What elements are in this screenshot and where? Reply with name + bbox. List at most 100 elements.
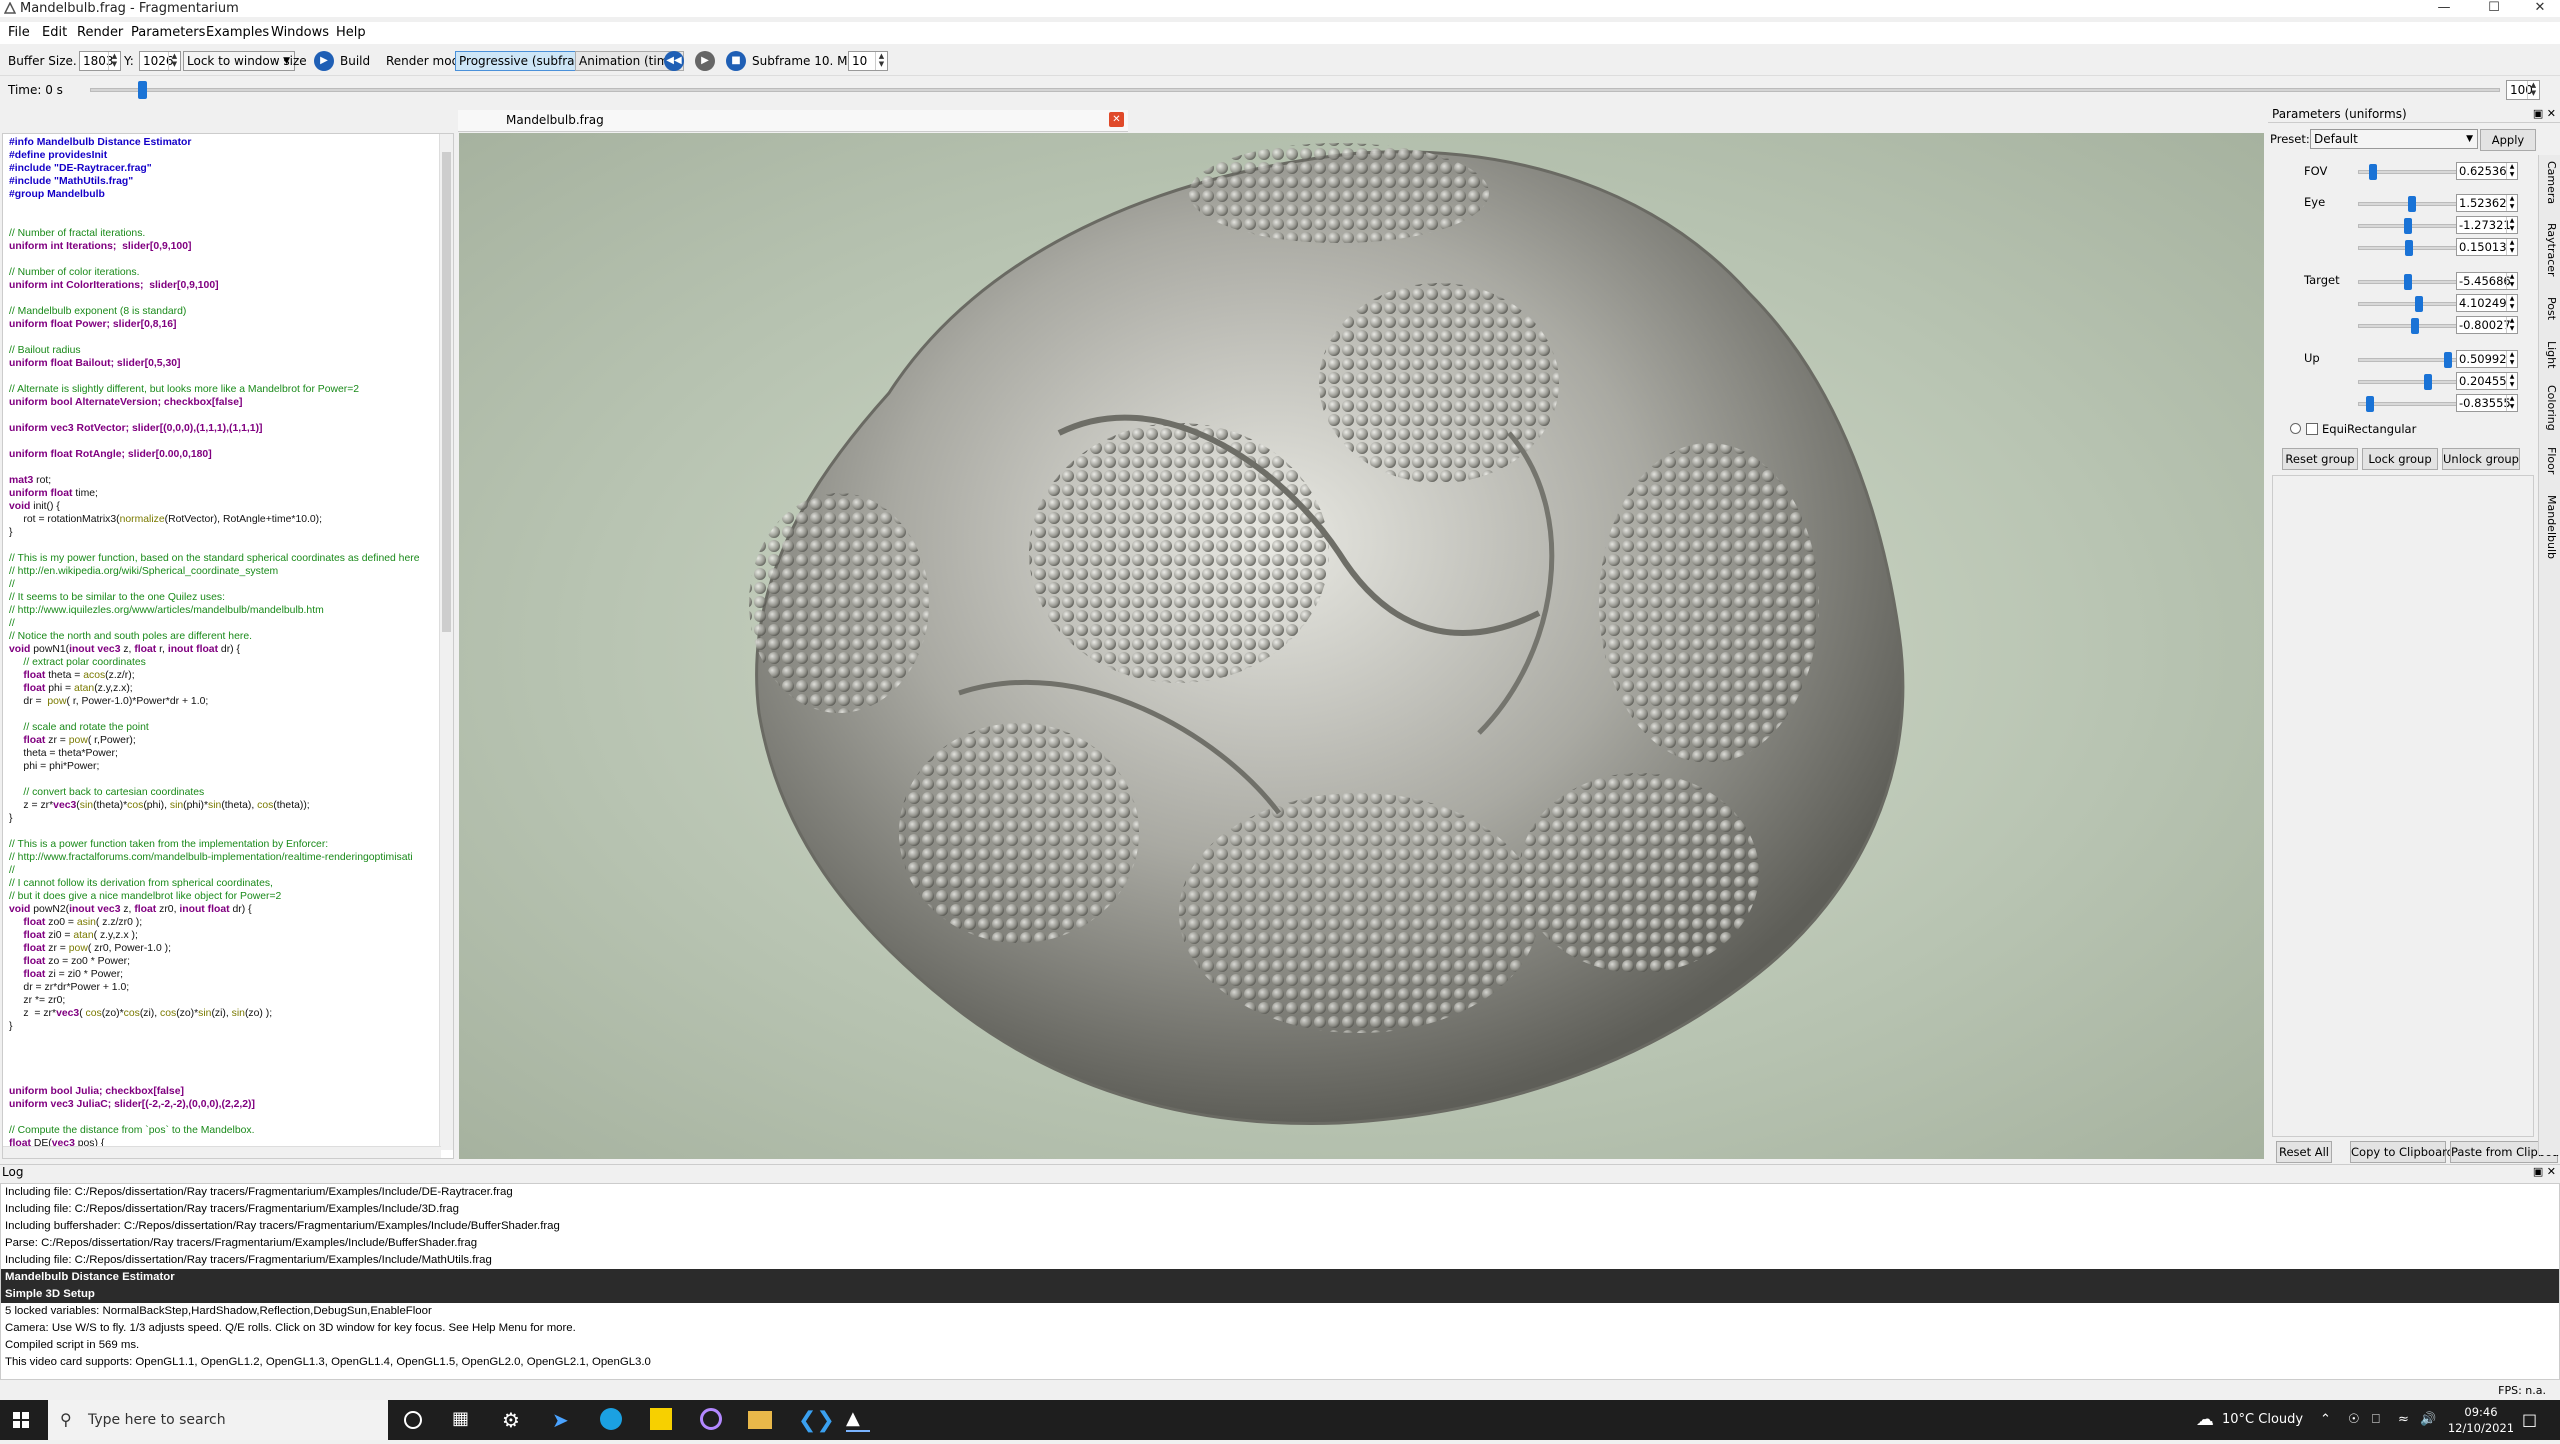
code-line[interactable]: [9, 214, 441, 227]
code-line[interactable]: void powN2(inout vec3 z, float zr0, inou…: [9, 903, 441, 916]
code-line[interactable]: [9, 1059, 441, 1072]
code-line[interactable]: [9, 331, 441, 344]
close-tab-icon[interactable]: ✕: [1109, 112, 1124, 127]
code-line[interactable]: dr = zr*dr*Power + 1.0;: [9, 981, 441, 994]
code-line[interactable]: // Alternate is slightly different, but …: [9, 383, 441, 396]
notification-icon[interactable]: □: [2522, 1400, 2537, 1440]
eye-x-value[interactable]: 1.52362 ▲ ▼: [2456, 194, 2518, 212]
code-line[interactable]: }: [9, 1020, 441, 1033]
rewind-icon[interactable]: ◀◀: [664, 51, 684, 71]
menu-help[interactable]: Help: [336, 25, 366, 40]
code-line[interactable]: //: [9, 864, 441, 877]
code-line[interactable]: [9, 1072, 441, 1085]
code-line[interactable]: uniform vec3 RotVector; slider[(0,0,0),(…: [9, 422, 441, 435]
code-editor[interactable]: #info Mandelbulb Distance Estimator #defi…: [2, 133, 454, 1159]
code-line[interactable]: #define providesInit: [9, 149, 441, 162]
menu-examples[interactable]: Examples: [206, 25, 269, 40]
render-viewport[interactable]: [459, 133, 2264, 1159]
time-slider-thumb[interactable]: [138, 81, 148, 99]
code-line[interactable]: [9, 773, 441, 786]
code-line[interactable]: // This is a power function taken from t…: [9, 838, 441, 851]
tab-floor[interactable]: Floor: [2542, 447, 2558, 474]
equirectangular-checkbox[interactable]: [2306, 423, 2318, 435]
code-line[interactable]: // Number of fractal iterations.: [9, 227, 441, 240]
edge-browser-icon[interactable]: [600, 1408, 622, 1430]
weather-text[interactable]: 10°C Cloudy: [2222, 1400, 2303, 1440]
tray-chevron-icon[interactable]: ⌃: [2320, 1400, 2331, 1440]
code-line[interactable]: [9, 461, 441, 474]
tab-camera[interactable]: Camera: [2542, 161, 2558, 204]
menu-render[interactable]: Render: [77, 25, 123, 40]
usb-icon[interactable]: ⎕: [2372, 1400, 2380, 1440]
code-line[interactable]: // extract polar coordinates: [9, 656, 441, 669]
tab-mandelbulb[interactable]: Mandelbulb.frag: [506, 113, 604, 127]
eye-y-slider-thumb[interactable]: [2404, 218, 2413, 234]
code-line[interactable]: [9, 1046, 441, 1059]
buffer-y-input[interactable]: 1026 ▲ ▼: [139, 51, 181, 71]
preset-select[interactable]: Default ▼: [2310, 129, 2478, 149]
code-line[interactable]: uniform float Power; slider[0,8,16]: [9, 318, 441, 331]
eye-z-value[interactable]: 0.15013 ▲ ▼: [2456, 238, 2518, 256]
sticky-notes-icon[interactable]: [650, 1408, 672, 1430]
up-z-value[interactable]: -0.83555 ▲ ▼: [2456, 394, 2518, 412]
fov-slider-thumb[interactable]: [2369, 164, 2377, 180]
up-z-slider-thumb[interactable]: [2365, 396, 2374, 412]
code-line[interactable]: [9, 825, 441, 838]
code-line[interactable]: float zo0 = asin( z.z/zr0 );: [9, 916, 441, 929]
apply-button[interactable]: Apply: [2480, 129, 2536, 151]
volume-icon[interactable]: 🔊: [2420, 1400, 2436, 1440]
code-line[interactable]: mat3 rot;: [9, 474, 441, 487]
code-line[interactable]: //: [9, 578, 441, 591]
code-line[interactable]: // Number of color iterations.: [9, 266, 441, 279]
code-line[interactable]: // Compute the distance from `pos` to th…: [9, 1124, 441, 1137]
windows-start-icon[interactable]: [13, 1412, 29, 1428]
code-line[interactable]: zr *= zr0;: [9, 994, 441, 1007]
vscode-icon[interactable]: ❮❯: [798, 1408, 835, 1433]
code-line[interactable]: uniform int Iterations; slider[0,9,100]: [9, 240, 441, 253]
code-line[interactable]: //: [9, 617, 441, 630]
code-line[interactable]: uniform float time;: [9, 487, 441, 500]
code-line[interactable]: theta = theta*Power;: [9, 747, 441, 760]
settings-gear-icon[interactable]: ⚙: [502, 1408, 526, 1432]
code-line[interactable]: phi = phi*Power;: [9, 760, 441, 773]
code-line[interactable]: [9, 1033, 441, 1046]
code-line[interactable]: uniform int ColorIterations; slider[0,9,…: [9, 279, 441, 292]
up-x-slider-thumb[interactable]: [2443, 352, 2452, 368]
app-circle-icon[interactable]: [700, 1408, 722, 1430]
clock[interactable]: 09:46 12/10/2021: [2446, 1404, 2516, 1444]
code-line[interactable]: [9, 253, 441, 266]
app-feather-icon[interactable]: ➤: [552, 1408, 576, 1432]
code-line[interactable]: [9, 409, 441, 422]
code-line[interactable]: float zi0 = atan( z.y,z.x );: [9, 929, 441, 942]
tab-raytracer[interactable]: Raytracer: [2542, 223, 2558, 277]
code-line[interactable]: // http://www.fractalforums.com/mandelbu…: [9, 851, 441, 864]
editor-horizontal-scrollbar[interactable]: [3, 1146, 441, 1158]
stop-icon[interactable]: ■: [726, 51, 746, 71]
code-line[interactable]: // convert back to cartesian coordinates: [9, 786, 441, 799]
code-line[interactable]: float phi = atan(z.y,z.x);: [9, 682, 441, 695]
code-line[interactable]: // but it does give a nice mandelbrot li…: [9, 890, 441, 903]
code-line[interactable]: float zo = zo0 * Power;: [9, 955, 441, 968]
reset-all-button[interactable]: Reset All: [2276, 1141, 2332, 1163]
file-explorer-icon[interactable]: [748, 1411, 772, 1429]
code-line[interactable]: float theta = acos(z.z/r);: [9, 669, 441, 682]
menu-windows[interactable]: Windows: [271, 25, 329, 40]
unlock-group-button[interactable]: Unlock group: [2442, 448, 2520, 470]
time-slider-track[interactable]: [90, 88, 2500, 92]
code-line[interactable]: [9, 201, 441, 214]
taskbar-search-input[interactable]: ⚲ Type here to search: [48, 1400, 388, 1440]
subframe-max-input[interactable]: 10 ▲ ▼: [848, 51, 888, 71]
lock-group-button[interactable]: Lock group: [2362, 448, 2438, 470]
code-line[interactable]: [9, 292, 441, 305]
target-z-value[interactable]: -0.80027 ▲ ▼: [2456, 316, 2518, 334]
time-max-input[interactable]: 100 ▲ ▼: [2506, 80, 2540, 100]
code-line[interactable]: uniform bool AlternateVersion; checkbox[…: [9, 396, 441, 409]
code-line[interactable]: // Bailout radius: [9, 344, 441, 357]
eye-y-value[interactable]: -1.27321 ▲ ▼: [2456, 216, 2518, 234]
tab-coloring[interactable]: Coloring: [2542, 385, 2558, 431]
task-view-icon[interactable]: ▦: [452, 1408, 476, 1432]
tab-post[interactable]: Post: [2542, 297, 2558, 320]
target-y-slider-thumb[interactable]: [2415, 296, 2424, 312]
buffer-x-input[interactable]: 1803 ▲ ▼: [79, 51, 121, 71]
target-y-value[interactable]: 4.10249 ▲ ▼: [2456, 294, 2518, 312]
